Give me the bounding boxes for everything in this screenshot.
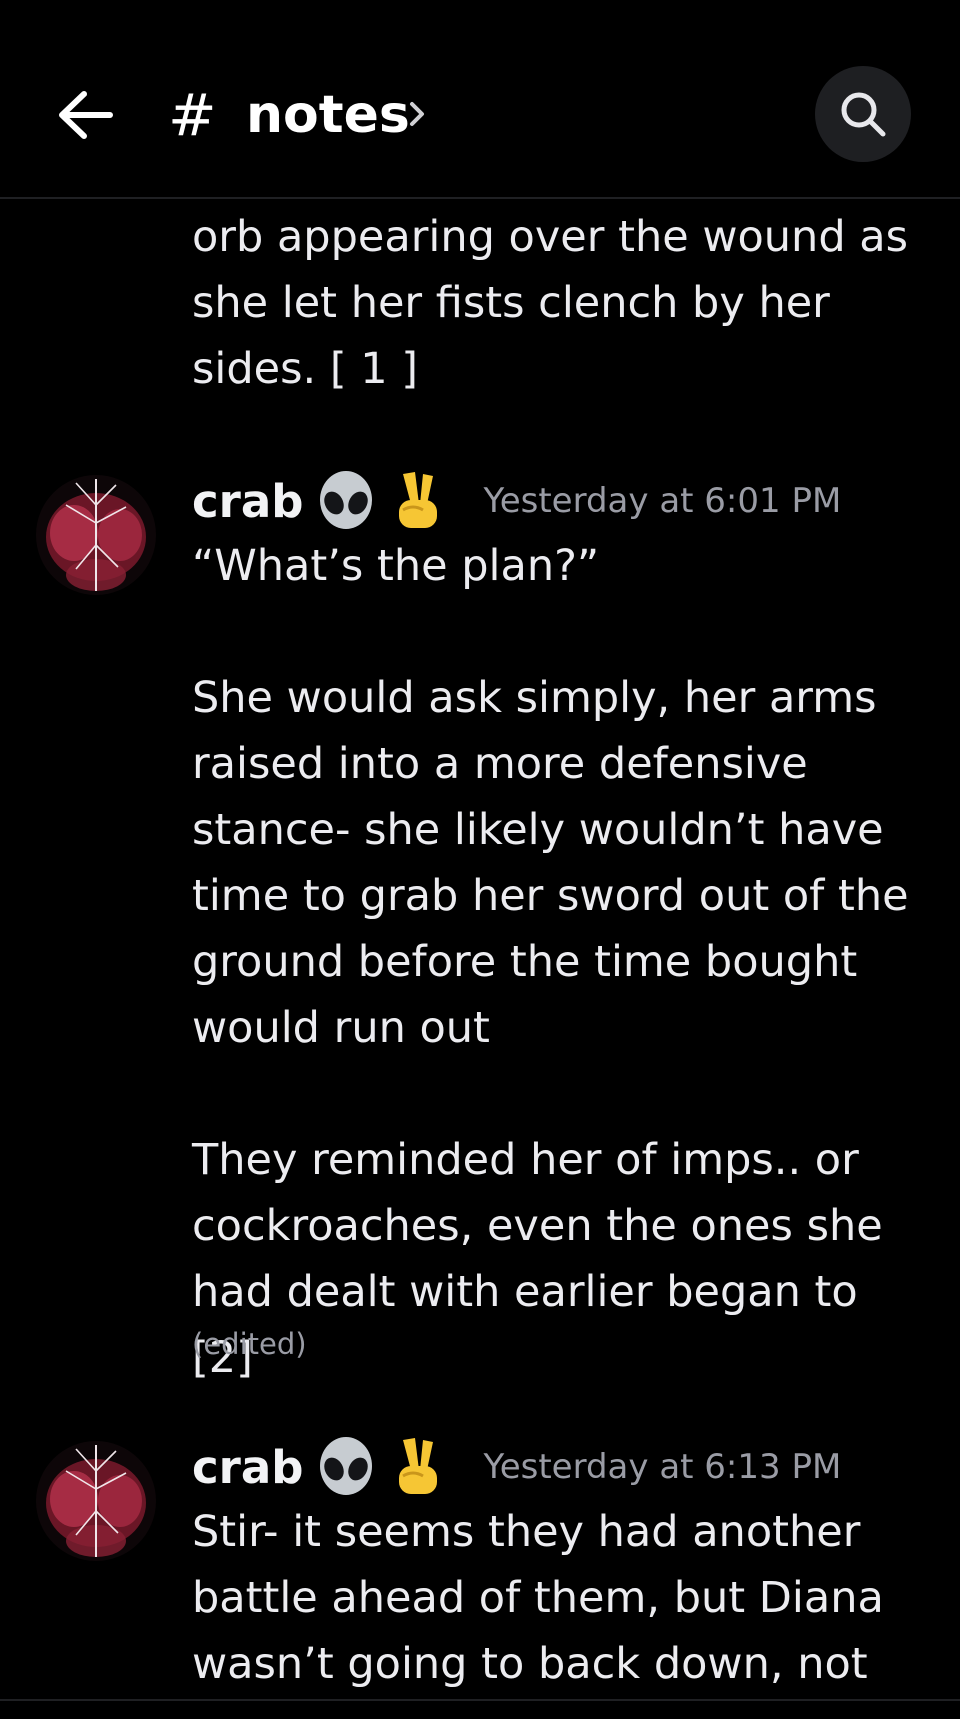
search-icon [841,92,886,137]
message-header: crab Yesterday at 6:01 PM [192,466,841,536]
author-name[interactable]: crab [192,475,303,528]
chevron-right-icon[interactable] [406,96,430,132]
channel-header: # notes [0,0,960,199]
back-button[interactable] [50,80,120,150]
avatar[interactable] [36,475,156,595]
channel-name[interactable]: notes [246,82,410,148]
edited-label: (edited) [192,1327,307,1361]
alien-emoji-icon [320,471,373,529]
search-button[interactable] [815,66,911,162]
avatar-image [36,1441,156,1561]
victory-hand-emoji-icon [399,472,438,528]
alien-emoji-icon [320,1437,373,1495]
victory-hand-emoji-icon [399,1438,438,1494]
message-timestamp: Yesterday at 6:13 PM [483,1447,842,1487]
author-name[interactable]: crab [192,1441,303,1494]
message-text: “What’s the plan?” She would ask simply,… [192,541,909,1383]
message-timestamp: Yesterday at 6:01 PM [483,481,842,521]
channel-hash-icon: # [168,81,217,149]
message-text: orb appearing over the wound as she let … [192,212,909,394]
avatar-image [36,475,156,595]
message-text: Stir- it seems they had another battle a… [192,1507,884,1689]
message-header: crab Yesterday at 6:13 PM [192,1432,841,1502]
avatar[interactable] [36,1441,156,1561]
divider [0,1699,960,1701]
arrow-left-icon [59,91,113,139]
